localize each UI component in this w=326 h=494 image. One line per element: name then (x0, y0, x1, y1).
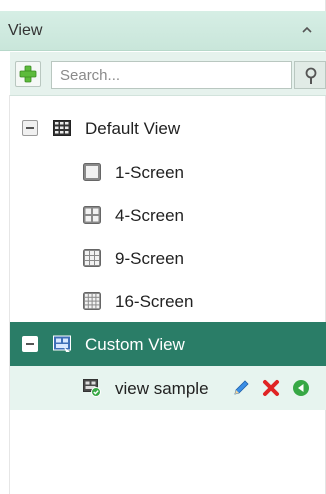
grid-1-icon (83, 163, 101, 181)
play-back-icon[interactable] (292, 379, 310, 397)
tree-item-1-screen[interactable]: 1-Screen (10, 150, 326, 194)
tree-item-9-screen[interactable]: 9-Screen (10, 236, 326, 280)
default-view-icon (53, 120, 71, 136)
tree-item-label: 16-Screen (115, 292, 194, 311)
tree-item-label: view sample (115, 379, 209, 398)
panel-header: View (0, 11, 326, 51)
custom-view-icon (53, 335, 71, 352)
tree-item-4-screen[interactable]: 4-Screen (10, 193, 326, 237)
collapse-node-toggle[interactable] (22, 336, 38, 352)
view-panel: View Search... Default View 1-Screen 4-S… (0, 0, 326, 494)
chevron-up-icon (302, 26, 312, 33)
grid-16-icon (83, 292, 101, 310)
collapse-button[interactable] (298, 21, 316, 39)
tree-item-label: 4-Screen (115, 206, 184, 225)
plus-icon (19, 65, 37, 83)
tree-item-16-screen[interactable]: 16-Screen (10, 279, 326, 323)
search-input[interactable] (51, 61, 292, 89)
tree-item-view-sample[interactable]: view sample (10, 366, 326, 410)
tree-item-label: 1-Screen (115, 163, 184, 182)
search-button[interactable] (294, 61, 326, 89)
grid-9-icon (83, 249, 101, 267)
tree-node-label: Custom View (85, 335, 185, 354)
grid-4-icon (83, 206, 101, 224)
delete-icon[interactable] (262, 379, 280, 397)
tree-item-label: 9-Screen (115, 249, 184, 268)
add-view-button[interactable] (15, 61, 41, 87)
panel-title: View (8, 22, 43, 39)
tree-node-label: Default View (85, 119, 181, 138)
edit-pencil-icon[interactable] (232, 379, 250, 397)
search-toolbar (10, 52, 326, 96)
tree-node-default-view[interactable]: Default View (10, 106, 326, 150)
tree-node-custom-view[interactable]: Custom View (10, 322, 326, 366)
search-icon (305, 67, 317, 84)
collapse-node-toggle[interactable] (22, 120, 38, 136)
view-sample-icon (83, 379, 101, 397)
